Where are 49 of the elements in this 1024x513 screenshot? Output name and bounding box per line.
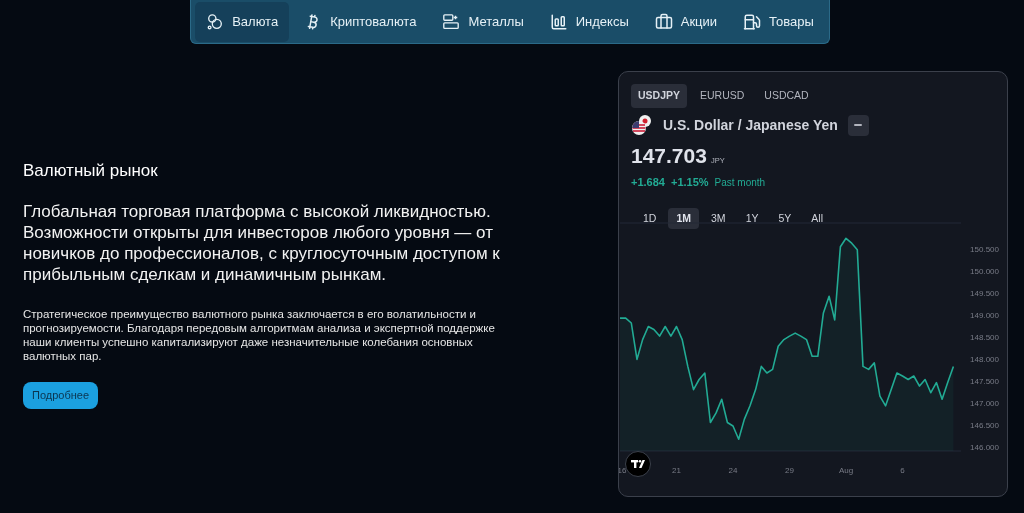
category-tab[interactable]: Товары bbox=[732, 1, 825, 42]
y-axis-label: 149.000 bbox=[970, 311, 999, 321]
y-axis-label: 146.000 bbox=[970, 442, 999, 452]
lead-paragraph: Глобальная торговая платформа с высокой ликвидностью. Возможности открыты для инвесторов любого уровня — от новичков до профессионалов, с круглосуточным доступом к прибыльным сделкам и динамичным рынкам. bbox=[23, 201, 501, 285]
y-axis-label: 149.500 bbox=[970, 289, 999, 299]
price: 147.703 bbox=[631, 143, 707, 169]
range-tab[interactable]: 1M bbox=[668, 208, 700, 229]
more-button[interactable]: Подробнее bbox=[23, 382, 99, 409]
circles-icon bbox=[206, 12, 225, 31]
symbol-tab[interactable]: EURUSD bbox=[693, 84, 752, 108]
flags-icon bbox=[631, 114, 653, 136]
instrument-name: U.S. Dollar / Japanese Yen bbox=[663, 115, 838, 135]
fuel-pump-icon bbox=[743, 12, 762, 31]
range-tab[interactable]: 1Y bbox=[737, 208, 767, 229]
symbol-tab[interactable]: USDJPY bbox=[631, 84, 687, 108]
minus-icon bbox=[854, 124, 863, 126]
price-change: +1.684 bbox=[631, 174, 665, 190]
y-axis-label: 150.500 bbox=[970, 245, 999, 255]
x-axis-label: 6 bbox=[900, 466, 905, 475]
logo-icon bbox=[625, 451, 651, 477]
category-tab[interactable]: Металлы bbox=[431, 1, 535, 42]
x-axis-label: Aug bbox=[838, 466, 854, 475]
bars-icon bbox=[442, 12, 461, 31]
y-axis-label: 147.000 bbox=[970, 398, 999, 408]
x-axis-label: 16 bbox=[619, 466, 627, 475]
collapse-button[interactable] bbox=[847, 114, 869, 136]
briefcase-icon bbox=[654, 12, 673, 31]
chart-icon bbox=[549, 12, 568, 31]
category-tab[interactable]: Акции bbox=[643, 1, 729, 42]
percent-change: +1.15% bbox=[670, 174, 709, 190]
y-axis-label: 148.500 bbox=[970, 333, 999, 342]
y-axis-label: 150.000 bbox=[970, 267, 999, 277]
body-paragraph: Стратегическое преимущество валютного рынка заключается в его волатильности и прогнозируемости. Благодаря передовым алгоритмам анализа и экспертной поддержке наши клиенты успешно капитализируют даже незначительные колебания основных валютных пар. bbox=[23, 307, 496, 363]
y-axis-label: 148.000 bbox=[970, 354, 999, 364]
symbol-tab[interactable]: USDCAD bbox=[757, 84, 816, 108]
category-tab[interactable]: Индексы bbox=[538, 1, 640, 42]
y-axis-label: 146.500 bbox=[970, 420, 999, 430]
x-axis-label: 24 bbox=[728, 466, 738, 475]
x-axis-label: 21 bbox=[672, 466, 681, 475]
range-tab[interactable]: 3M bbox=[703, 208, 734, 229]
range-tab[interactable]: All bbox=[803, 208, 831, 229]
section-heading: Валютный рынок bbox=[23, 160, 159, 182]
category-tab[interactable]: Криптовалюта bbox=[293, 1, 428, 42]
range-tab[interactable]: 5Y bbox=[770, 208, 800, 229]
category-tab[interactable]: Валюта bbox=[195, 1, 290, 42]
range-tab[interactable]: 1D bbox=[635, 208, 665, 229]
x-axis-label: 29 bbox=[785, 466, 794, 475]
period-label: Past month bbox=[714, 175, 766, 190]
y-axis-label: 147.500 bbox=[970, 376, 999, 386]
